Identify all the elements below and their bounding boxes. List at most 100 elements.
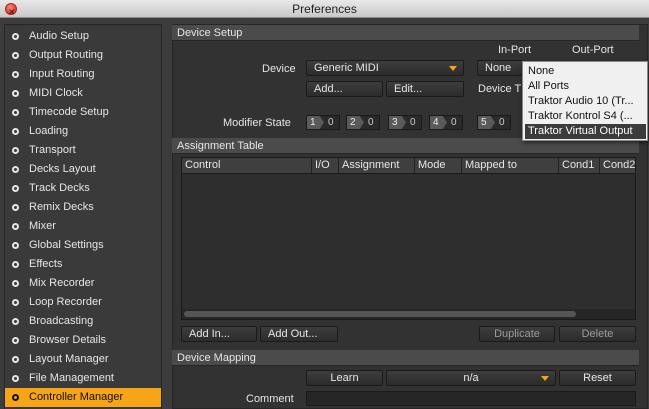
in-port-label: In-Port	[498, 44, 532, 56]
sidebar-item-mix-recorder[interactable]: Mix Recorder	[5, 274, 161, 293]
sidebar-item-label: Track Decks	[29, 182, 90, 194]
out-port-label: Out-Port	[572, 44, 614, 56]
radio-bullet-icon	[12, 185, 19, 192]
sidebar-item-label: MIDI Clock	[29, 87, 83, 99]
chevron-down-icon	[449, 66, 457, 71]
sidebar-item-label: Browser Details	[29, 334, 107, 346]
scrollbar-thumb[interactable]	[184, 311, 576, 317]
modifier-key: 3	[389, 116, 406, 129]
port-dropdown-menu: None All Ports Traktor Audio 10 (Tr... T…	[522, 61, 648, 141]
radio-bullet-icon	[12, 394, 19, 401]
assignment-table[interactable]: Control I/O Assignment Mode Mapped to Co…	[181, 157, 636, 320]
modifier-value: 0	[451, 117, 457, 128]
dropdown-option[interactable]: Traktor Audio 10 (Tr...	[525, 94, 646, 109]
device-setup-header: Device Setup	[172, 25, 639, 41]
close-icon: ✕	[8, 7, 16, 17]
sidebar-item-label: Mix Recorder	[29, 277, 95, 289]
learn-button[interactable]: Learn	[306, 370, 383, 386]
column-header-mode[interactable]: Mode	[415, 158, 462, 173]
sidebar-item-transport[interactable]: Transport	[5, 141, 161, 160]
modifier-value: 0	[368, 117, 374, 128]
delete-button[interactable]: Delete	[559, 326, 636, 342]
radio-bullet-icon	[12, 280, 19, 287]
sidebar-item-midi-clock[interactable]: MIDI Clock	[5, 84, 161, 103]
modifier-3: 30	[388, 115, 422, 130]
sidebar-item-timecode-setup[interactable]: Timecode Setup	[5, 103, 161, 122]
dropdown-option[interactable]: Traktor Kontrol S4 (...	[525, 109, 646, 124]
radio-bullet-icon	[12, 33, 19, 40]
column-header-assignment[interactable]: Assignment	[339, 158, 415, 173]
sidebar-item-mixer[interactable]: Mixer	[5, 217, 161, 236]
sidebar-item-label: Global Settings	[29, 239, 104, 251]
edit-device-button[interactable]: Edit...	[386, 81, 464, 97]
sidebar-item-label: Input Routing	[29, 68, 95, 80]
add-in-button[interactable]: Add In...	[181, 326, 257, 342]
duplicate-button[interactable]: Duplicate	[479, 326, 555, 342]
sidebar-item-layout-manager[interactable]: Layout Manager	[5, 350, 161, 369]
add-device-button[interactable]: Add...	[306, 81, 383, 97]
sidebar-item-input-routing[interactable]: Input Routing	[5, 65, 161, 84]
modifier-value: 0	[410, 117, 416, 128]
comment-label: Comment	[246, 393, 294, 405]
radio-bullet-icon	[12, 261, 19, 268]
column-header-mapped-to[interactable]: Mapped to	[462, 158, 559, 173]
sidebar-item-controller-manager[interactable]: Controller Manager	[5, 388, 161, 407]
sidebar-item-label: Loading	[29, 125, 69, 137]
sidebar-item-label: Output Routing	[29, 49, 103, 61]
sidebar-item-global-settings[interactable]: Global Settings	[5, 236, 161, 255]
sidebar-item-browser-details[interactable]: Browser Details	[5, 331, 161, 350]
radio-bullet-icon	[12, 318, 19, 325]
sidebar-item-label: Mixer	[29, 220, 56, 232]
sidebar-item-effects[interactable]: Effects	[5, 255, 161, 274]
dropdown-option-selected[interactable]: Traktor Virtual Output	[525, 124, 646, 139]
sidebar-item-track-decks[interactable]: Track Decks	[5, 179, 161, 198]
radio-bullet-icon	[12, 242, 19, 249]
radio-bullet-icon	[12, 337, 19, 344]
sidebar-item-loading[interactable]: Loading	[5, 122, 161, 141]
device-select[interactable]: Generic MIDI	[306, 60, 464, 76]
device-select-value: Generic MIDI	[314, 62, 379, 74]
sidebar-item-label: File Management	[29, 372, 114, 384]
column-header-control[interactable]: Control	[182, 158, 312, 173]
mapping-select-value: n/a	[463, 372, 479, 384]
radio-bullet-icon	[12, 223, 19, 230]
column-header-cond1[interactable]: Cond1	[559, 158, 600, 173]
radio-bullet-icon	[12, 299, 19, 306]
sidebar: Audio Setup Output Routing Input Routing MI…	[4, 24, 162, 409]
column-header-io[interactable]: I/O	[312, 158, 339, 173]
radio-bullet-icon	[12, 204, 19, 211]
radio-bullet-icon	[12, 52, 19, 59]
column-header-cond2[interactable]: Cond2	[600, 158, 635, 173]
radio-bullet-icon	[12, 166, 19, 173]
sidebar-item-loop-recorder[interactable]: Loop Recorder	[5, 293, 161, 312]
horizontal-scrollbar[interactable]	[182, 309, 635, 319]
sidebar-item-audio-setup[interactable]: Audio Setup	[5, 27, 161, 46]
modifier-value: 0	[499, 117, 505, 128]
modifier-key: 2	[347, 116, 364, 129]
add-out-button[interactable]: Add Out...	[260, 326, 338, 342]
sidebar-item-label: Decks Layout	[29, 163, 96, 175]
sidebar-item-label: Transport	[29, 144, 76, 156]
window-title: Preferences	[292, 2, 357, 16]
sidebar-item-label: Timecode Setup	[29, 106, 109, 118]
radio-bullet-icon	[12, 128, 19, 135]
modifier-key: 4	[430, 116, 447, 129]
radio-bullet-icon	[12, 109, 19, 116]
radio-bullet-icon	[12, 147, 19, 154]
comment-field[interactable]	[306, 391, 636, 406]
in-port-select[interactable]: None	[477, 60, 523, 76]
sidebar-item-file-management[interactable]: File Management	[5, 369, 161, 388]
mapping-select[interactable]: n/a	[386, 370, 556, 386]
sidebar-item-remix-decks[interactable]: Remix Decks	[5, 198, 161, 217]
modifier-key: 1	[307, 116, 324, 129]
dropdown-option[interactable]: None	[525, 64, 646, 79]
sidebar-item-decks-layout[interactable]: Decks Layout	[5, 160, 161, 179]
modifier-2: 20	[346, 115, 380, 130]
device-label: Device	[262, 63, 296, 75]
reset-button[interactable]: Reset	[559, 370, 636, 386]
close-button[interactable]: ✕	[5, 3, 17, 17]
sidebar-item-output-routing[interactable]: Output Routing	[5, 46, 161, 65]
dropdown-option[interactable]: All Ports	[525, 79, 646, 94]
sidebar-item-label: Remix Decks	[29, 201, 94, 213]
sidebar-item-broadcasting[interactable]: Broadcasting	[5, 312, 161, 331]
